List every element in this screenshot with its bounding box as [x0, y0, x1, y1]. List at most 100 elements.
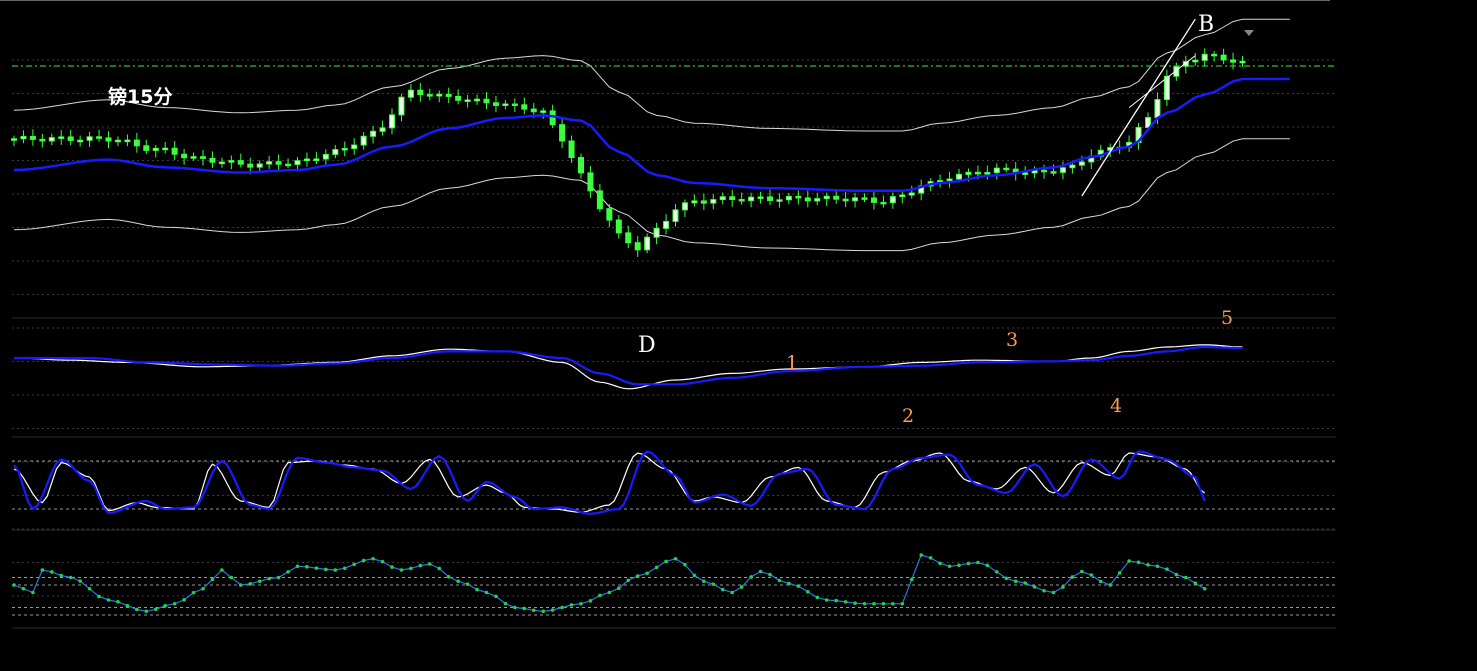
- wave-label-3: 3: [1006, 329, 1019, 351]
- candle-body: [606, 208, 613, 221]
- oscillator-point: [957, 563, 961, 568]
- candle-body: [1041, 169, 1048, 173]
- oscillator-point: [541, 609, 545, 614]
- oscillator-point: [182, 598, 186, 602]
- oscillator-point: [824, 598, 829, 602]
- oscillator-point: [399, 568, 404, 572]
- candle-body: [540, 110, 547, 113]
- oscillator-point: [1108, 583, 1112, 587]
- candle-body: [218, 161, 225, 165]
- oscillator-point: [68, 575, 73, 580]
- oscillator-point: [484, 590, 489, 595]
- oscillator-point: [267, 576, 271, 581]
- candle-body: [190, 156, 197, 159]
- oscillator-point: [31, 590, 35, 595]
- candle-body: [162, 147, 169, 151]
- candle-body: [67, 136, 74, 141]
- candle-body: [445, 93, 452, 97]
- candle-body: [1003, 167, 1010, 171]
- candle-body: [804, 197, 811, 202]
- chart-title: 镑15分: [108, 86, 173, 108]
- oscillator-point: [1184, 575, 1188, 580]
- candle-body: [521, 104, 528, 110]
- candle-body: [965, 171, 972, 175]
- oscillator-point: [503, 601, 508, 606]
- candle-body: [105, 137, 112, 142]
- oscillator-point: [428, 562, 432, 566]
- oscillator-point: [843, 600, 848, 604]
- oscillator-point: [834, 598, 838, 603]
- oscillator-point: [749, 575, 753, 579]
- candle-body: [77, 139, 84, 143]
- candle-body: [294, 160, 301, 165]
- oscillator-point: [730, 590, 734, 595]
- candle-body: [379, 127, 386, 132]
- oscillator-point: [607, 590, 612, 595]
- oscillator-point: [654, 565, 659, 570]
- candle-body: [559, 124, 566, 142]
- candle-body: [776, 199, 783, 202]
- oscillator-point: [513, 605, 517, 610]
- wave-label-d: D: [638, 333, 656, 358]
- candle-body: [152, 147, 159, 151]
- candle-body: [360, 135, 367, 146]
- oscillator-point: [59, 573, 64, 578]
- candle-body: [114, 139, 121, 143]
- candle-body: [502, 103, 509, 107]
- candle-body: [483, 98, 490, 104]
- candle-body: [171, 147, 178, 155]
- oscillator-point: [531, 608, 536, 613]
- candle-body: [96, 136, 103, 139]
- oscillator-point: [50, 570, 54, 574]
- candle-body: [1059, 167, 1066, 173]
- oscillator-point: [768, 572, 772, 577]
- candle-body: [11, 138, 17, 141]
- oscillator-point: [342, 566, 347, 571]
- wave-label-4: 4: [1110, 395, 1123, 417]
- candle-body: [691, 200, 698, 204]
- oscillator-point: [588, 599, 593, 603]
- oscillator-point: [550, 608, 555, 612]
- oscillator-point: [1146, 563, 1150, 567]
- candle-body: [86, 136, 93, 141]
- oscillator-point: [909, 577, 914, 582]
- candle-body: [1050, 171, 1057, 174]
- oscillator-point: [758, 569, 763, 574]
- oscillator-point: [985, 563, 990, 568]
- oscillator-point: [645, 571, 649, 576]
- oscillator-point: [966, 561, 971, 566]
- oscillator-point: [1089, 573, 1094, 577]
- candle-body: [634, 242, 641, 251]
- candle-body: [247, 163, 254, 168]
- oscillator-point: [106, 598, 111, 602]
- candle-body: [748, 196, 755, 202]
- oscillator-point: [191, 590, 196, 595]
- oscillator-point: [295, 564, 300, 569]
- candle-body: [1192, 59, 1199, 63]
- oscillator-point: [163, 603, 167, 608]
- candle-body: [785, 195, 792, 201]
- candle-body: [530, 108, 537, 113]
- oscillator-point: [683, 562, 687, 567]
- oscillator-point: [1165, 567, 1169, 571]
- candle-body: [341, 148, 348, 151]
- candle-body: [984, 172, 991, 175]
- candle-body: [568, 140, 575, 159]
- oscillator-point: [711, 582, 716, 586]
- candle-body: [681, 202, 688, 211]
- candle-body: [615, 219, 622, 234]
- oscillator-point: [248, 582, 253, 586]
- oscillator-point: [210, 577, 215, 582]
- candle-body: [29, 135, 36, 140]
- oscillator-point: [692, 573, 697, 578]
- oscillator-point: [144, 609, 149, 614]
- candle-body: [20, 135, 27, 140]
- oscillator-point: [919, 553, 923, 557]
- oscillator-point: [1174, 572, 1179, 577]
- candle-body: [993, 167, 1000, 174]
- oscillator-point: [12, 583, 16, 587]
- candle-body: [200, 156, 206, 159]
- candle-body: [237, 160, 244, 165]
- candle-body: [795, 195, 802, 199]
- candle-body: [351, 144, 358, 150]
